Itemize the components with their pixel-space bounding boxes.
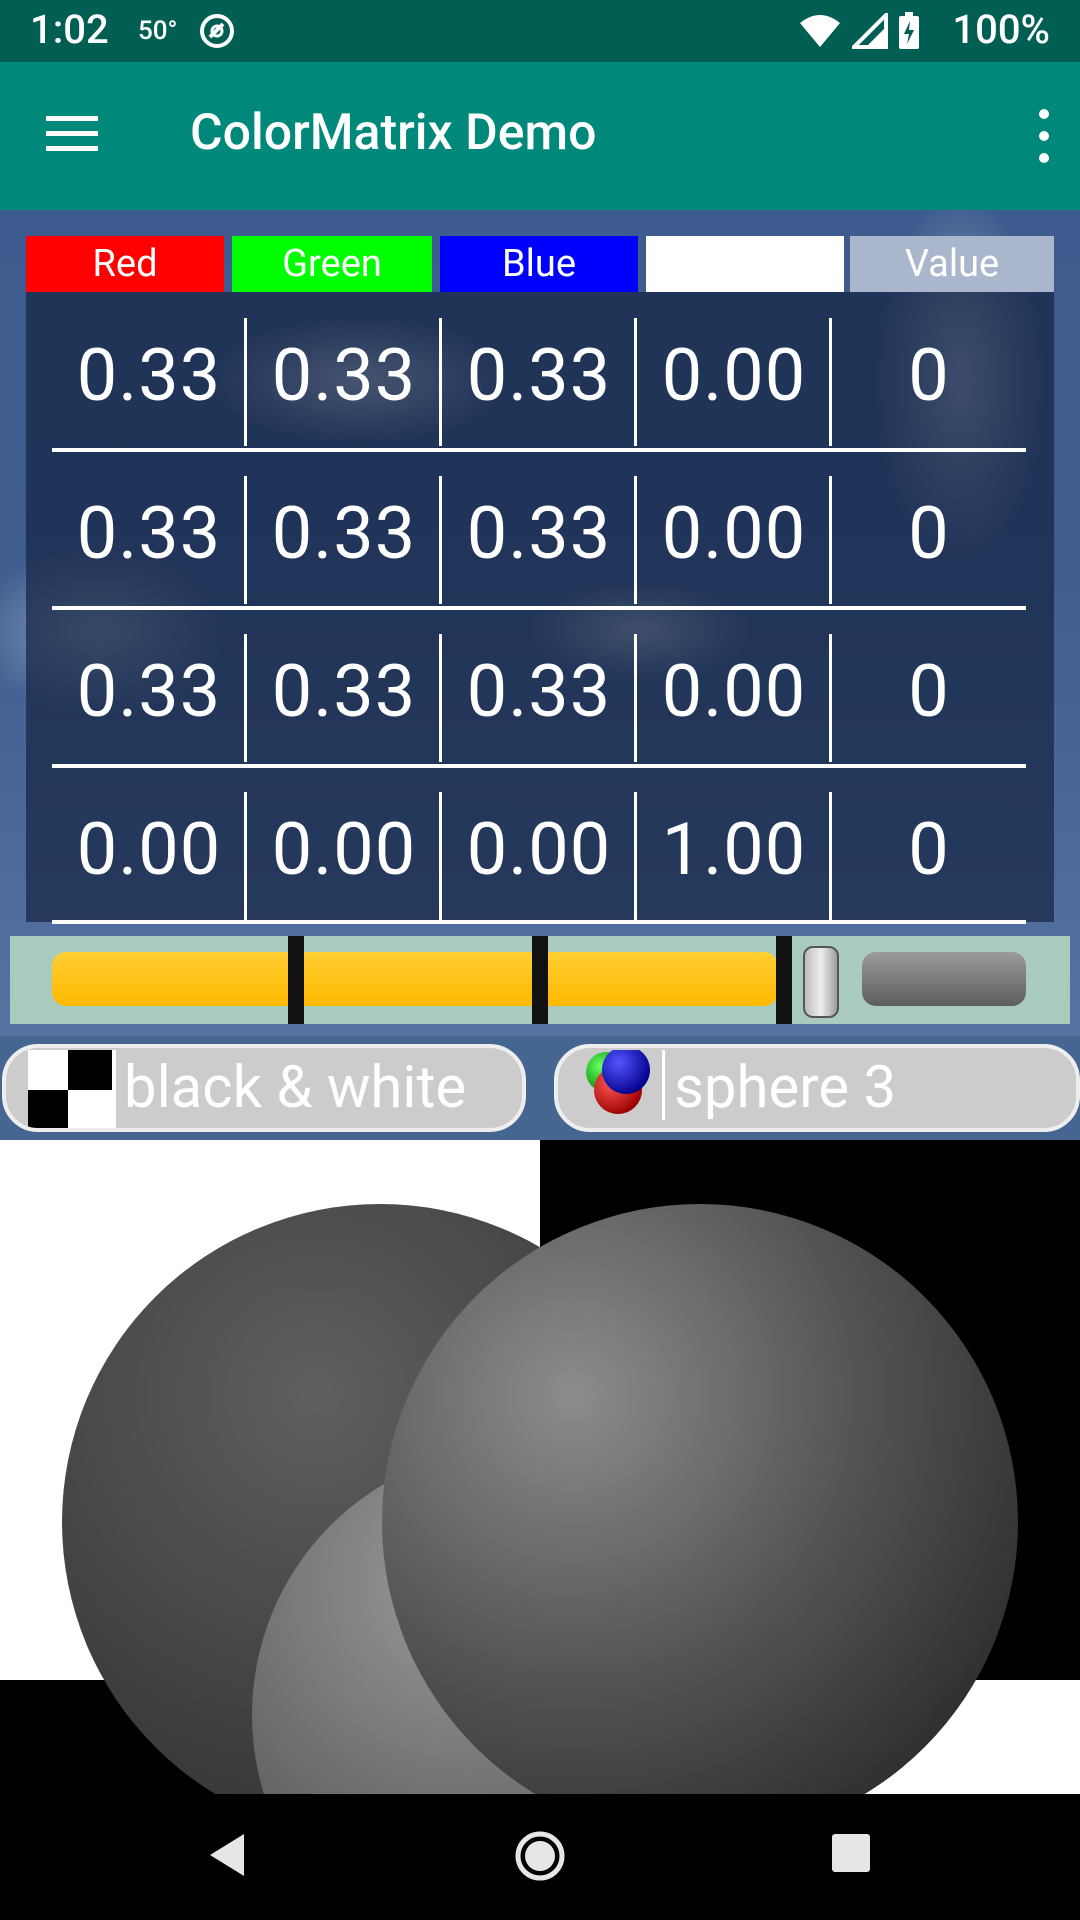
filter-select-button[interactable]: black & white bbox=[2, 1044, 526, 1132]
preview-render bbox=[0, 1140, 1080, 1794]
matrix-cell-r2-c1[interactable]: 0.33 bbox=[247, 626, 441, 756]
grid-divider bbox=[829, 792, 832, 920]
slider-track bbox=[862, 952, 1026, 1006]
matrix-cell-r3-c2[interactable]: 0.00 bbox=[442, 784, 636, 914]
header-green: Green bbox=[232, 236, 432, 292]
row-divider bbox=[52, 606, 1026, 610]
header-red: Red bbox=[26, 236, 224, 292]
grid-divider bbox=[244, 634, 247, 762]
matrix-cell-r1-c0[interactable]: 0.33 bbox=[52, 468, 246, 598]
matrix-cell-r0-c3[interactable]: 0.00 bbox=[637, 310, 831, 440]
grid-divider bbox=[634, 792, 637, 920]
header-value: Value bbox=[850, 236, 1054, 292]
header-alpha bbox=[646, 236, 844, 292]
status-icons bbox=[798, 12, 920, 50]
grid-divider bbox=[439, 792, 442, 920]
grid-divider bbox=[829, 318, 832, 446]
matrix-cell-r2-c0[interactable]: 0.33 bbox=[52, 626, 246, 756]
row-divider bbox=[52, 764, 1026, 768]
matrix-cell-r1-c4[interactable]: 0 bbox=[832, 468, 1026, 598]
grid-divider bbox=[634, 476, 637, 604]
app-bar: ColorMatrix Demo bbox=[0, 62, 1080, 210]
status-time: 1:02 bbox=[30, 6, 109, 53]
checkerboard-icon bbox=[28, 1050, 116, 1128]
matrix-cell-r1-c2[interactable]: 0.33 bbox=[442, 468, 636, 598]
slider-tick bbox=[532, 936, 548, 1024]
matrix-cell-r3-c0[interactable]: 0.00 bbox=[52, 784, 246, 914]
matrix-cell-r2-c4[interactable]: 0 bbox=[832, 626, 1026, 756]
rgb-spheres-icon bbox=[586, 1050, 665, 1120]
grid-divider bbox=[244, 318, 247, 446]
grid-divider bbox=[244, 792, 247, 920]
matrix-cell-r2-c3[interactable]: 0.00 bbox=[637, 626, 831, 756]
grid-divider bbox=[244, 476, 247, 604]
grid-divider bbox=[634, 318, 637, 446]
matrix-cell-r0-c0[interactable]: 0.33 bbox=[52, 310, 246, 440]
recents-icon[interactable] bbox=[830, 1832, 872, 1874]
slider-tick bbox=[776, 936, 792, 1024]
header-blue: Blue bbox=[440, 236, 638, 292]
matrix-cell-r3-c3[interactable]: 1.00 bbox=[637, 784, 831, 914]
app-title: ColorMatrix Demo bbox=[190, 104, 597, 162]
grid-divider bbox=[439, 476, 442, 604]
wifi-icon bbox=[800, 15, 840, 47]
matrix-cell-r0-c1[interactable]: 0.33 bbox=[247, 310, 441, 440]
matrix-cell-r1-c3[interactable]: 0.00 bbox=[637, 468, 831, 598]
slider-thumb[interactable] bbox=[803, 946, 839, 1018]
matrix-cell-r3-c4[interactable]: 0 bbox=[832, 784, 1026, 914]
slider-tick bbox=[288, 936, 304, 1024]
matrix-cell-r2-c2[interactable]: 0.33 bbox=[442, 626, 636, 756]
preview-image bbox=[0, 1140, 1080, 1794]
matrix-cell-r0-c4[interactable]: 0 bbox=[832, 310, 1026, 440]
status-bar: 1:02 50° 100% bbox=[0, 0, 1080, 62]
filter-label: black & white bbox=[124, 1054, 467, 1122]
battery-charging-icon bbox=[899, 12, 919, 49]
matrix-cell-r1-c1[interactable]: 0.33 bbox=[247, 468, 441, 598]
grid-divider bbox=[634, 634, 637, 762]
grid-divider bbox=[439, 634, 442, 762]
status-temperature: 50° bbox=[138, 16, 178, 46]
grid-divider bbox=[829, 634, 832, 762]
app-status-icon bbox=[200, 14, 234, 48]
matrix-cell-r3-c1[interactable]: 0.00 bbox=[247, 784, 441, 914]
grid-divider bbox=[829, 476, 832, 604]
grid-divider bbox=[439, 318, 442, 446]
battery-percent: 100% bbox=[952, 6, 1050, 53]
hamburger-menu-icon[interactable] bbox=[46, 114, 98, 154]
image-select-button[interactable]: sphere 3 bbox=[554, 1044, 1080, 1132]
home-icon[interactable] bbox=[514, 1830, 566, 1882]
back-icon[interactable] bbox=[204, 1830, 250, 1880]
more-vert-icon[interactable] bbox=[1032, 106, 1056, 166]
row-divider bbox=[52, 448, 1026, 452]
navigation-bar bbox=[0, 1794, 1080, 1920]
slider-progress bbox=[52, 952, 778, 1006]
matrix-cell-r0-c2[interactable]: 0.33 bbox=[442, 310, 636, 440]
cell-signal-icon bbox=[852, 13, 888, 49]
row-divider bbox=[52, 920, 1026, 924]
image-label: sphere 3 bbox=[674, 1054, 897, 1122]
